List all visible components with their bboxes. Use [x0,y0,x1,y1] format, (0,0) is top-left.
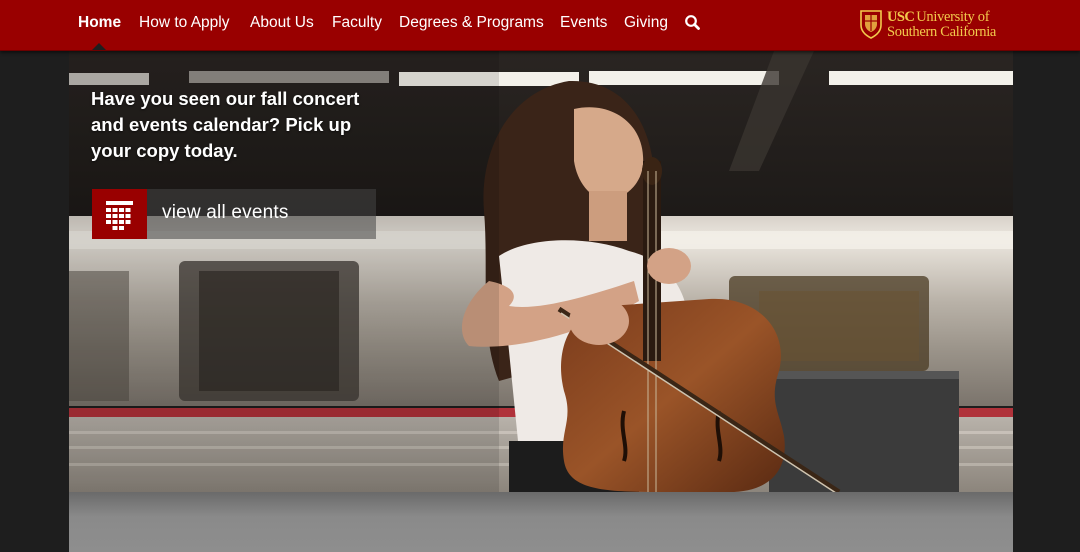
view-all-events-button[interactable]: view all events [92,189,376,239]
logo-line-2: Southern California [887,24,997,40]
top-navigation-bar: Home How to Apply About Us Faculty Degre… [0,0,1080,51]
content-area [69,492,1013,552]
nav-faculty[interactable]: Faculty [332,14,382,32]
nav-degrees-programs[interactable]: Degrees & Programs [399,14,544,32]
usc-seal-icon [860,10,882,39]
nav-home[interactable]: Home [78,14,121,32]
active-nav-indicator [92,43,106,50]
view-all-events-label: view all events [162,202,289,223]
nav-events[interactable]: Events [560,14,607,32]
nav-about-us[interactable]: About Us [250,14,314,32]
usc-logo[interactable]: USC University of Southern California [859,8,1009,42]
nav-giving[interactable]: Giving [624,14,668,32]
logo-line-1: University of [916,9,990,25]
nav-how-to-apply[interactable]: How to Apply [139,14,229,32]
hero-banner: Have you seen our fall concert and event… [69,51,1013,492]
calendar-icon [92,189,147,239]
search-icon[interactable] [684,14,702,32]
promo-headline: Have you seen our fall concert and event… [91,88,360,161]
usc-wordmark: USC [887,9,915,25]
